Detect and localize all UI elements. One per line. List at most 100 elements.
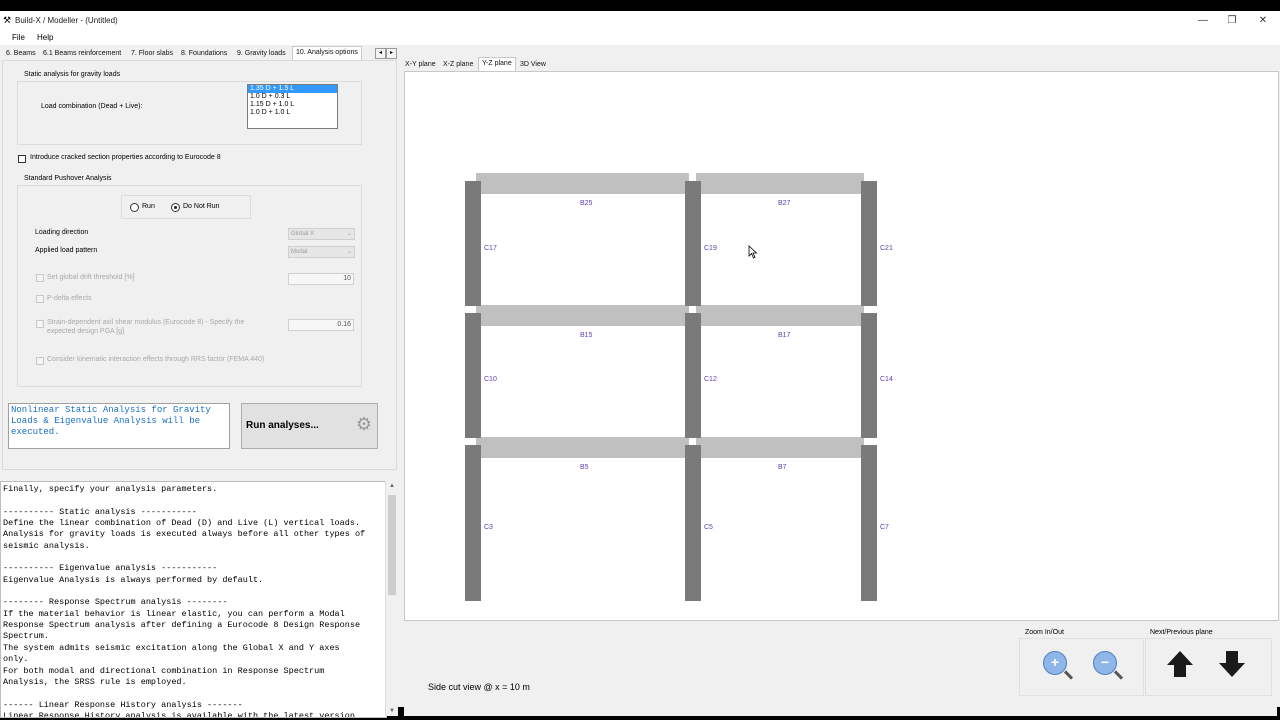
- arrow-up-icon[interactable]: [1166, 649, 1194, 679]
- title-bar: ⚒ Build-X / Modeller - (Untitled) — ❐ ✕: [0, 11, 1280, 31]
- scrollbar-thumb[interactable]: [388, 495, 396, 595]
- column-c21[interactable]: [861, 181, 877, 306]
- column-c12[interactable]: [685, 313, 701, 438]
- info-line: Loads & Eigenvalue Analysis will be: [11, 416, 201, 426]
- drift-threshold-label: Set global drift threshold [%]: [47, 274, 135, 281]
- run-radio[interactable]: [130, 203, 139, 212]
- zoom-out-icon[interactable]: −: [1093, 651, 1125, 681]
- beam-label: B15: [580, 332, 593, 339]
- column-label: C5: [704, 524, 713, 531]
- beam-b17[interactable]: [696, 305, 864, 326]
- beam-b25[interactable]: [476, 173, 689, 194]
- column-c10[interactable]: [465, 313, 481, 438]
- column-c19[interactable]: [685, 181, 701, 306]
- tab-beams[interactable]: 6. Beams: [3, 48, 39, 60]
- tab-floor-slabs[interactable]: 7. Floor slabs: [128, 48, 176, 60]
- pga-field[interactable]: 0.16: [288, 319, 354, 331]
- app-icon: ⚒: [3, 15, 12, 25]
- minimize-button[interactable]: —: [1189, 13, 1217, 29]
- tab-scroll-right-button[interactable]: ▸: [386, 48, 397, 59]
- beam-b5[interactable]: [476, 437, 689, 458]
- beam-label: B25: [580, 200, 593, 207]
- run-radio-label: Run: [142, 203, 155, 210]
- tab-foundations[interactable]: 8. Foundations: [178, 48, 230, 60]
- cracked-section-label: Introduce cracked section properties acc…: [30, 154, 221, 161]
- window-title: Build-X / Modeller - (Untitled): [15, 16, 118, 25]
- applied-load-pattern-label: Applied load pattern: [35, 247, 98, 254]
- console-scrollbar[interactable]: ▲ ▼: [385, 481, 398, 716]
- donot-run-radio-label: Do Not Run: [183, 203, 220, 210]
- list-item[interactable]: 1.15 D + 1.0 L: [248, 101, 337, 109]
- menu-bar: File Help: [0, 31, 1280, 45]
- beam-b7[interactable]: [696, 437, 864, 458]
- view-tab-strip: X-Y plane X-Z plane Y-Z plane 3D View: [402, 57, 702, 72]
- column-c14[interactable]: [861, 313, 877, 438]
- view-controls-area: Side cut view @ x = 10 m Zoom In/Out + −…: [404, 621, 1277, 716]
- help-console-text: Finally, specify your analysis parameter…: [3, 484, 366, 718]
- beam-b27[interactable]: [696, 173, 864, 194]
- strain-dependent-checkbox[interactable]: [36, 320, 44, 328]
- load-combination-list[interactable]: 1.35 D + 1.5 L 1.0 D + 0.3 L 1.15 D + 1.…: [247, 84, 338, 129]
- info-line: Nonlinear Static Analysis for Gravity: [11, 405, 211, 415]
- zoom-in-icon[interactable]: +: [1043, 651, 1075, 681]
- run-analyses-label: Run analyses...: [246, 420, 319, 431]
- plane-canvas[interactable]: B25 B27 B15 B17 B5 B7 C17 C19 C21 C10 C1…: [404, 71, 1279, 621]
- column-c7[interactable]: [861, 445, 877, 601]
- zoom-title: Zoom In/Out: [1025, 629, 1064, 636]
- column-label: C10: [484, 376, 497, 383]
- help-console[interactable]: Finally, specify your analysis parameter…: [0, 481, 387, 718]
- menu-file[interactable]: File: [12, 33, 25, 42]
- scroll-up-icon[interactable]: ▲: [386, 481, 398, 491]
- tab-xy-plane[interactable]: X-Y plane: [402, 59, 439, 71]
- column-label: C3: [484, 524, 493, 531]
- zoom-group: [1019, 638, 1144, 696]
- donot-run-radio[interactable]: [171, 203, 180, 212]
- tab-yz-plane[interactable]: Y-Z plane: [478, 57, 516, 72]
- column-label: C12: [704, 376, 717, 383]
- chevron-down-icon: ⌄: [346, 249, 352, 255]
- kinematic-checkbox[interactable]: [36, 357, 44, 365]
- applied-load-pattern-select[interactable]: Modal ⌄: [288, 246, 355, 258]
- tab-beams-reinforcement[interactable]: 6.1 Beams reinforcement: [40, 48, 124, 60]
- close-button[interactable]: ✕: [1249, 13, 1277, 29]
- left-tab-strip: 6. Beams 6.1 Beams reinforcement 7. Floo…: [0, 46, 397, 61]
- load-combination-label: Load combination (Dead + Live):: [41, 103, 143, 110]
- beam-b15[interactable]: [476, 305, 689, 326]
- plane-group: [1145, 638, 1272, 696]
- list-item[interactable]: 1.0 D + 0.3 L: [248, 93, 337, 101]
- column-label: C14: [880, 376, 893, 383]
- side-cut-label: Side cut view @ x = 10 m: [428, 682, 530, 692]
- tab-gravity-loads[interactable]: 9. Gravity loads: [234, 48, 289, 60]
- run-analyses-button[interactable]: Run analyses... ⚙: [241, 403, 378, 449]
- list-item[interactable]: 1.35 D + 1.5 L: [248, 85, 337, 93]
- tab-3d-view[interactable]: 3D View: [517, 59, 549, 71]
- loading-direction-select[interactable]: Global X ⌄: [288, 228, 355, 240]
- beam-label: B27: [778, 200, 791, 207]
- cursor-icon: [748, 245, 758, 259]
- pdelta-label: P-delta effects: [47, 295, 92, 302]
- loading-direction-label: Loading direction: [35, 229, 89, 236]
- pushover-title: Standard Pushover Analysis: [23, 175, 113, 182]
- drift-threshold-checkbox[interactable]: [36, 274, 44, 282]
- scroll-down-icon[interactable]: ▼: [386, 706, 398, 716]
- app-window: ⚒ Build-X / Modeller - (Untitled) — ❐ ✕ …: [0, 11, 1280, 718]
- column-c17[interactable]: [465, 181, 481, 306]
- tab-scroll-left-button[interactable]: ◂: [375, 48, 386, 59]
- list-item[interactable]: 1.0 D + 1.0 L: [248, 109, 337, 117]
- cracked-section-checkbox[interactable]: [18, 155, 26, 163]
- menu-help[interactable]: Help: [37, 33, 53, 42]
- drift-threshold-field[interactable]: 10: [288, 273, 354, 285]
- tab-xz-plane[interactable]: X-Z plane: [440, 59, 476, 71]
- strain-dependent-label-line1: Strain-dependent axil shear modulus (Eur…: [47, 319, 245, 326]
- chevron-down-icon: ⌄: [346, 231, 352, 237]
- beam-label: B7: [778, 464, 787, 471]
- kinematic-label: Consider kinematic interaction effects t…: [47, 356, 265, 363]
- plane-title: Next/Previous plane: [1150, 629, 1213, 636]
- tab-analysis-options[interactable]: 10. Analysis options: [292, 46, 362, 61]
- restore-button[interactable]: ❐: [1218, 13, 1246, 29]
- pdelta-checkbox[interactable]: [36, 295, 44, 303]
- column-c3[interactable]: [465, 445, 481, 601]
- column-c5[interactable]: [685, 445, 701, 601]
- column-label: C7: [880, 524, 889, 531]
- arrow-down-icon[interactable]: [1218, 649, 1246, 679]
